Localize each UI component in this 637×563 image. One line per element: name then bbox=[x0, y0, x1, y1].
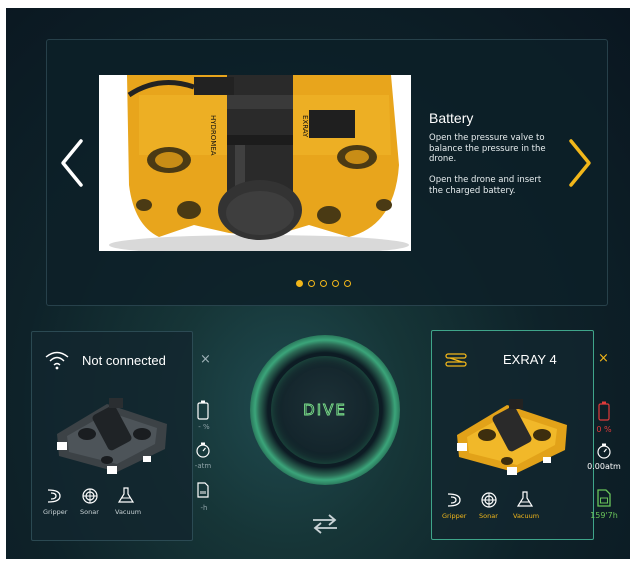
slide-paragraph-2: Open the drone and insert the charged ba… bbox=[429, 175, 542, 196]
drone-name-title: EXRAY 4 bbox=[503, 352, 557, 367]
tool-label: Vacuum bbox=[115, 508, 142, 516]
battery-low-icon bbox=[598, 401, 610, 421]
slide-title: Battery bbox=[429, 110, 474, 126]
instruction-carousel: HYDROMEA EXRAY Battery Open the pressure… bbox=[46, 39, 608, 306]
pressure-value: -atm bbox=[194, 462, 212, 470]
tool-label: Gripper bbox=[442, 512, 467, 520]
pressure-value: 0.00atm bbox=[587, 462, 621, 471]
slide-dot[interactable] bbox=[332, 280, 339, 287]
previous-slide-button[interactable] bbox=[57, 135, 87, 191]
battery-slide-image: HYDROMEA EXRAY bbox=[99, 75, 411, 251]
pressure-gauge-icon bbox=[196, 442, 210, 458]
hull-model-text: EXRAY bbox=[301, 115, 309, 138]
drone-card-disconnected: Not connected × - % -atm -h Gripper Sona… bbox=[31, 331, 211, 541]
gripper-icon bbox=[47, 489, 61, 503]
battery-value: - % bbox=[198, 423, 210, 431]
tool-label: Gripper bbox=[43, 508, 68, 516]
slide-dot[interactable] bbox=[344, 280, 351, 287]
drone-dark-image bbox=[57, 398, 167, 474]
link-icon bbox=[445, 353, 467, 367]
vacuum-icon bbox=[516, 491, 534, 507]
connection-status-title: Not connected bbox=[82, 353, 166, 368]
vacuum-icon bbox=[117, 487, 135, 503]
time-value: 159'7h bbox=[590, 511, 618, 520]
chevron-left-icon bbox=[61, 139, 83, 187]
wifi-icon bbox=[45, 351, 69, 370]
chevron-right-icon bbox=[569, 139, 591, 187]
pressure-gauge-icon bbox=[597, 443, 611, 459]
tool-label: Sonar bbox=[479, 512, 498, 520]
dive-button-inner: DIVE bbox=[271, 356, 379, 464]
gripper-icon bbox=[447, 493, 461, 507]
slide-dot[interactable] bbox=[308, 280, 315, 287]
disconnect-button[interactable]: × bbox=[598, 351, 609, 366]
hull-brand-text: HYDROMEA bbox=[209, 115, 217, 156]
battery-value: 0 % bbox=[596, 425, 612, 434]
close-button[interactable]: × bbox=[200, 352, 211, 367]
slide-indicator bbox=[296, 280, 351, 290]
slide-paragraph-1: Open the pressure valve to balance the p… bbox=[429, 133, 546, 164]
sd-card-icon bbox=[597, 489, 611, 507]
slide-dot[interactable] bbox=[296, 280, 303, 287]
next-slide-button[interactable] bbox=[565, 135, 595, 191]
swap-arrows-icon[interactable] bbox=[310, 513, 340, 535]
drone-card-connected: EXRAY 4 × 0 % 0.00atm 159'7h Gripper Son… bbox=[431, 330, 621, 540]
battery-icon bbox=[197, 400, 209, 420]
time-value: -h bbox=[200, 504, 208, 512]
sonar-icon bbox=[481, 492, 497, 508]
slide-dot[interactable] bbox=[320, 280, 327, 287]
tool-label: Vacuum bbox=[513, 512, 540, 520]
sd-card-icon bbox=[197, 482, 209, 498]
dive-button[interactable]: DIVE bbox=[250, 335, 400, 485]
sonar-icon bbox=[82, 488, 98, 504]
tool-label: Sonar bbox=[80, 508, 99, 516]
dive-label: DIVE bbox=[303, 401, 347, 419]
drone-closeup-picture: HYDROMEA EXRAY bbox=[99, 75, 411, 251]
drone-yellow-image bbox=[457, 399, 567, 475]
app-screen: HYDROMEA EXRAY Battery Open the pressure… bbox=[6, 8, 630, 559]
dive-logo: DIVE bbox=[303, 401, 347, 420]
